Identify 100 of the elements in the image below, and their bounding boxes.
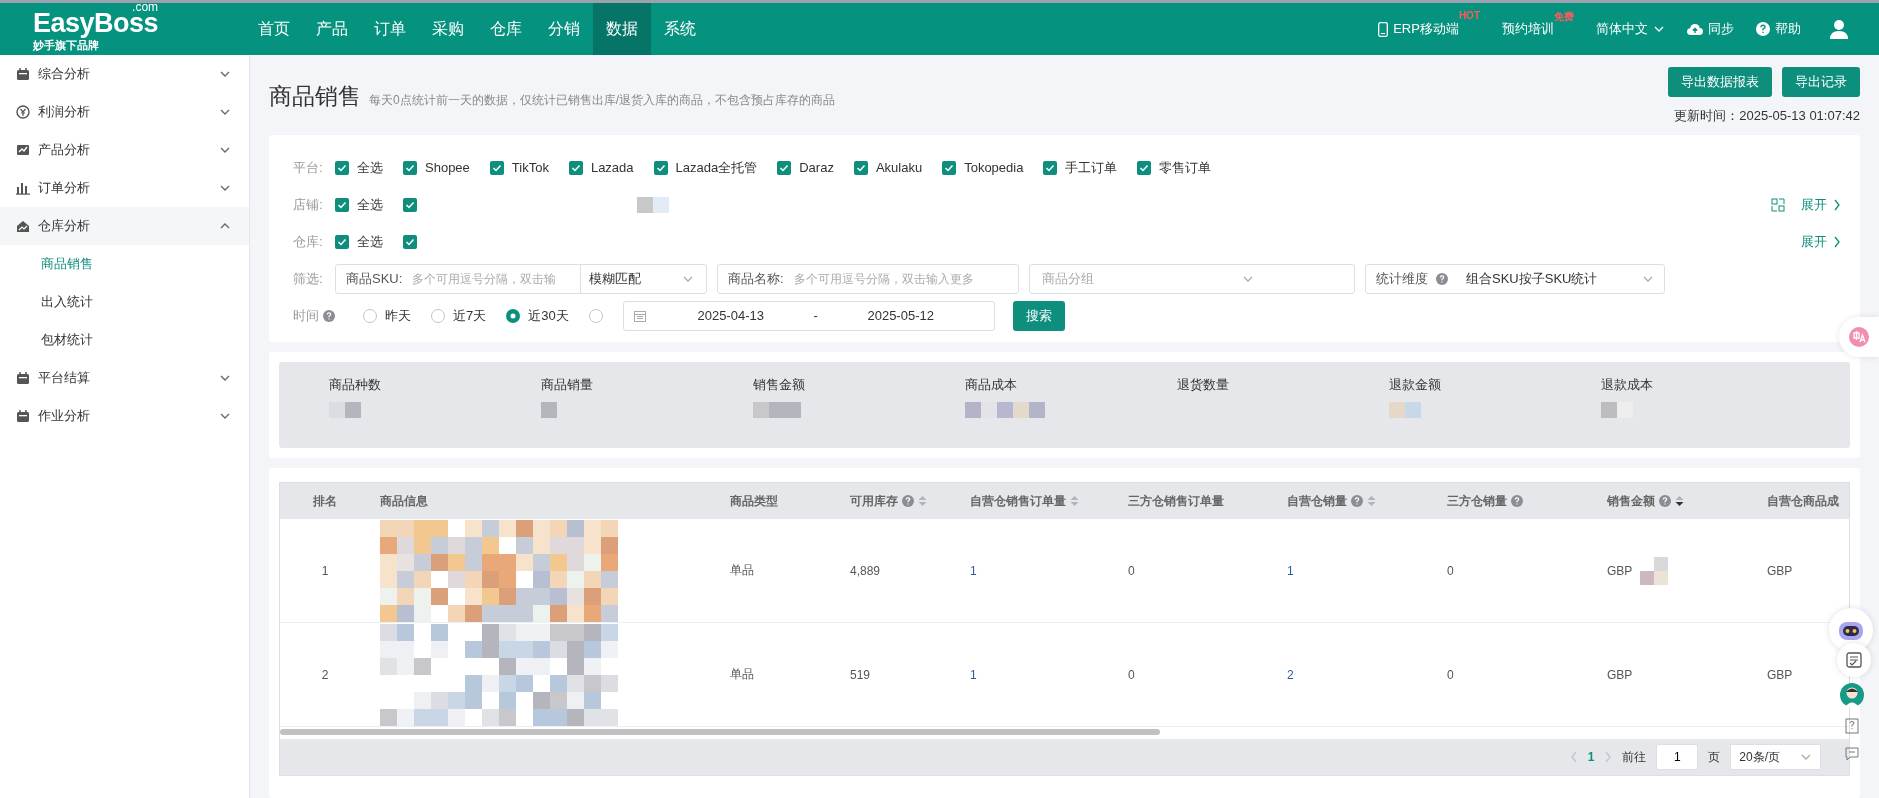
name-field[interactable]: 商品名称: 多个可用逗号分隔，双击输入更多 (717, 263, 1019, 294)
radio-button[interactable] (431, 308, 445, 323)
column-header: 排名 (280, 483, 370, 519)
grid-icon (1771, 197, 1785, 212)
nav-item[interactable]: 仓库 (477, 3, 535, 55)
export-button[interactable]: 导出记录 (1782, 67, 1860, 97)
field-label: 统计维度 (1376, 269, 1428, 288)
stat-label: 商品种数 (329, 376, 382, 394)
translate-icon[interactable] (1839, 317, 1879, 357)
checkbox[interactable] (403, 234, 417, 249)
sidebar-subitem[interactable]: 商品销售 (0, 245, 249, 283)
sidebar-item[interactable]: 利润分析 (0, 93, 249, 131)
input-field[interactable]: 商品分组 (1040, 270, 1234, 287)
filter-label: 店铺: (293, 195, 324, 214)
expand-link[interactable]: 展开 (1801, 195, 1840, 214)
checkbox[interactable] (489, 160, 504, 175)
sidebar-item[interactable]: 订单分析 (0, 169, 249, 207)
table-cell: 1 (1277, 519, 1437, 623)
filter-label: 时间 (293, 306, 319, 325)
checkbox[interactable] (653, 160, 668, 175)
checkbox[interactable] (853, 160, 868, 175)
page-input[interactable]: 1 (1656, 744, 1699, 770)
sidebar-item[interactable]: 作业分析 (0, 397, 249, 435)
checkbox[interactable] (568, 160, 583, 175)
coin-icon (16, 105, 30, 119)
avatar-icon[interactable] (1839, 682, 1865, 708)
phone-icon (1378, 21, 1389, 37)
sidebar-item[interactable]: 仓库分析 (0, 207, 249, 245)
chevron-right-icon (1832, 235, 1840, 248)
toolbar-link[interactable]: 预约培训 (1502, 20, 1554, 38)
stat-label: 销售金额 (753, 376, 806, 394)
page-subtitle: 每天0点统计前一天的数据，仅统计已销售出库/退货入库的商品，不包含预占库存的商品 (369, 92, 835, 109)
dimension-select[interactable]: 统计维度 组合SKU按子SKU统计 (1365, 263, 1665, 294)
checkbox[interactable] (335, 234, 349, 249)
toolbar-link[interactable]: 简体中文 (1596, 20, 1665, 38)
nav-item[interactable]: 系统 (651, 3, 709, 55)
nav-item[interactable]: 分销 (535, 3, 593, 55)
filter-label: 筛选: (293, 269, 324, 288)
table-cell: 0 (1437, 519, 1597, 623)
checkbox[interactable] (942, 160, 957, 175)
column-header: 商品类型 (720, 483, 840, 519)
sidebar-item[interactable]: 产品分析 (0, 131, 249, 169)
input-field[interactable]: 多个可用逗号分隔，双击输 (410, 270, 572, 287)
checkbox[interactable] (335, 160, 349, 175)
sidebar-subitem[interactable]: 出入统计 (0, 283, 249, 321)
calendar-icon (16, 409, 30, 423)
checkbox[interactable] (403, 160, 417, 175)
radio-button[interactable] (588, 308, 603, 323)
input-field[interactable]: 多个可用逗号分隔，双击输入更多 (791, 270, 1008, 287)
update-time: 更新时间：2025-05-13 01:07:42 (1674, 107, 1860, 125)
nav-item[interactable]: 产品 (303, 3, 361, 55)
table-cell: GBP (1597, 519, 1757, 623)
toolbar-link[interactable]: ERP移动端 (1378, 20, 1459, 38)
expand-link[interactable]: 展开 (1801, 232, 1840, 251)
nav-item[interactable]: 数据 (593, 3, 651, 55)
table-cell: 2 (1277, 623, 1437, 727)
chevron-right-icon (1604, 751, 1613, 763)
toolbar-link[interactable]: 帮助 (1756, 20, 1801, 38)
page-number[interactable]: 1 (1587, 750, 1595, 764)
table-cell: GBP (1597, 623, 1757, 727)
checkbox-label: 手工订单 (1065, 158, 1118, 177)
checkbox[interactable] (1137, 160, 1152, 175)
help-doc-icon[interactable] (1843, 717, 1861, 735)
checkbox[interactable] (777, 160, 792, 175)
help-icon (1436, 272, 1448, 285)
sidebar-item[interactable]: 综合分析 (0, 55, 249, 93)
checkbox[interactable] (403, 197, 417, 212)
calendar-icon (633, 309, 646, 322)
message-icon[interactable] (1843, 745, 1861, 763)
radio-label: 昨天 (385, 306, 411, 325)
help-icon (1756, 22, 1770, 36)
date-range-field[interactable]: 2025-04-13 - 2025-05-12 (622, 300, 995, 331)
sidebar-subitem[interactable]: 包材统计 (0, 321, 249, 359)
radio-label: 近7天 (453, 306, 487, 325)
group-select[interactable]: 商品分组 (1029, 263, 1355, 294)
table-cell: 2 (280, 623, 370, 727)
filter-label: 平台: (293, 158, 324, 177)
table-cell: 1 (280, 519, 370, 623)
radio-button[interactable] (506, 308, 521, 323)
search-button[interactable]: 搜索 (1012, 300, 1065, 331)
table-cell: 1 (960, 623, 1118, 727)
user-icon[interactable] (1829, 19, 1849, 39)
logo-domain: .com (132, 0, 159, 14)
checkbox-label: 全选 (357, 158, 383, 177)
column-header: 自营仓商品成 (1757, 483, 1849, 519)
logo-tagline: 妙手旗下品牌 (33, 38, 100, 53)
stat-label: 退款成本 (1601, 376, 1654, 394)
toolbar-link[interactable]: 同步 (1687, 20, 1734, 38)
radio-button[interactable] (363, 308, 377, 323)
nav-item[interactable]: 首页 (245, 3, 303, 55)
export-button[interactable]: 导出数据报表 (1668, 67, 1772, 97)
checkbox[interactable] (335, 197, 349, 212)
sidebar-item[interactable]: 平台结算 (0, 359, 249, 397)
match-select[interactable]: 模糊匹配 (580, 264, 706, 293)
nav-item[interactable]: 订单 (361, 3, 419, 55)
checkbox-label: 全选 (357, 232, 383, 251)
nav-item[interactable]: 采购 (419, 3, 477, 55)
checkbox[interactable] (1043, 160, 1058, 175)
page-size-select[interactable]: 20条/页 (1730, 744, 1821, 770)
sku-field[interactable]: 商品SKU: 多个可用逗号分隔，双击输 模糊匹配 (335, 263, 707, 294)
